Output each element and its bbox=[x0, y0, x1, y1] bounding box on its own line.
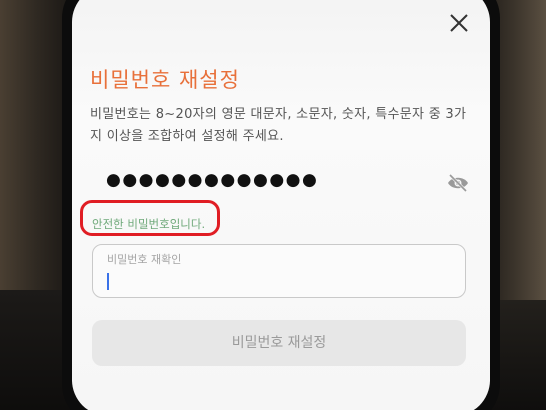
text-cursor bbox=[107, 273, 109, 290]
password-masked-value: ●●●●●●●●●●●●● bbox=[106, 170, 319, 190]
eye-slash-icon bbox=[448, 173, 468, 193]
reset-password-screen: 비밀번호 재설정 비밀번호는 8~20자의 영문 대문자, 소문자, 숫자, 특… bbox=[72, 0, 490, 410]
visibility-toggle[interactable] bbox=[447, 173, 469, 193]
password-field[interactable]: ●●●●●●●●●●●●● bbox=[90, 162, 468, 204]
password-rules-text: 비밀번호는 8~20자의 영문 대문자, 소문자, 숫자, 특수문자 중 3가지… bbox=[90, 107, 467, 144]
close-icon bbox=[450, 14, 468, 32]
confirm-password-label: 비밀번호 재확인 bbox=[107, 253, 182, 266]
page-title: 비밀번호 재설정 bbox=[90, 68, 240, 92]
reset-password-button[interactable]: 비밀번호 재설정 bbox=[92, 320, 466, 366]
close-button[interactable] bbox=[446, 10, 472, 36]
password-strength-message: 안전한 비밀번호입니다. bbox=[92, 217, 206, 231]
confirm-password-field[interactable]: 비밀번호 재확인 bbox=[92, 244, 466, 298]
